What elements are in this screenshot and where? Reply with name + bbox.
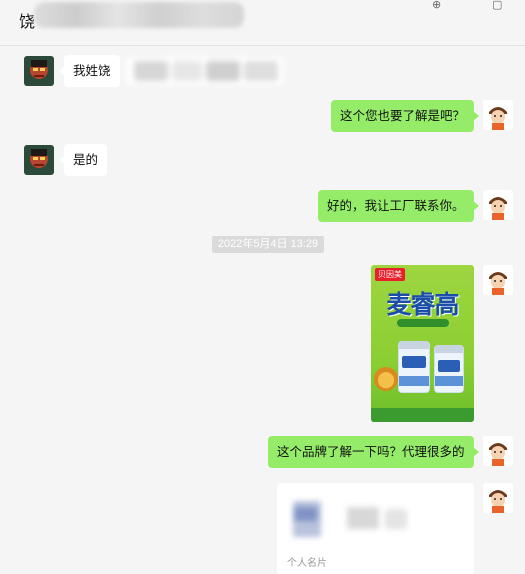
redacted-text [126,57,284,85]
redacted-name [347,507,379,529]
message-bubble[interactable]: 这个您也要了解是吧？ [331,100,480,132]
chat-header: 饶 ⊕ ▢ [0,0,525,46]
avatar[interactable] [483,483,513,513]
redacted-title [34,2,244,28]
pin-icon[interactable]: ⊕ [432,0,441,11]
card-label: 个人名片 [287,558,327,569]
lion-mascot [374,367,398,391]
avatar[interactable] [483,190,513,220]
window-icon[interactable]: ▢ [492,0,502,11]
avatar[interactable] [24,145,54,175]
message-text: 这个品牌了解一下吗？代理很多的 [277,445,465,459]
avatar[interactable] [483,100,513,130]
milk-can [398,341,430,393]
avatar[interactable] [24,56,54,86]
message-text: 是的 [73,153,99,167]
chat-title: 饶 [19,14,36,31]
message-text: 好的，我让工厂联系你。 [327,199,465,213]
message-text: 我姓饶 [73,64,111,78]
ribbon [397,319,449,327]
timestamp: 2022年5月4日 13:29 [212,236,324,253]
product-title: 麦睿高 [386,291,459,319]
message-bubble[interactable]: 好的，我让工厂联系你。 [318,190,479,222]
contact-card[interactable]: 个人名片 [277,483,474,574]
product-footer [371,408,474,422]
avatar[interactable] [483,436,513,466]
brand-badge: 贝因美 [375,268,405,281]
message-bubble[interactable]: 这个品牌了解一下吗？代理很多的 [268,436,479,468]
message-text: 这个您也要了解是吧？ [340,109,466,123]
message-bubble[interactable]: 是的 [58,144,108,176]
milk-can [434,345,464,393]
product-image[interactable]: 贝因美 麦睿高 [371,265,474,422]
avatar[interactable] [483,265,513,295]
message-bubble[interactable]: 我姓饶 [59,55,120,87]
